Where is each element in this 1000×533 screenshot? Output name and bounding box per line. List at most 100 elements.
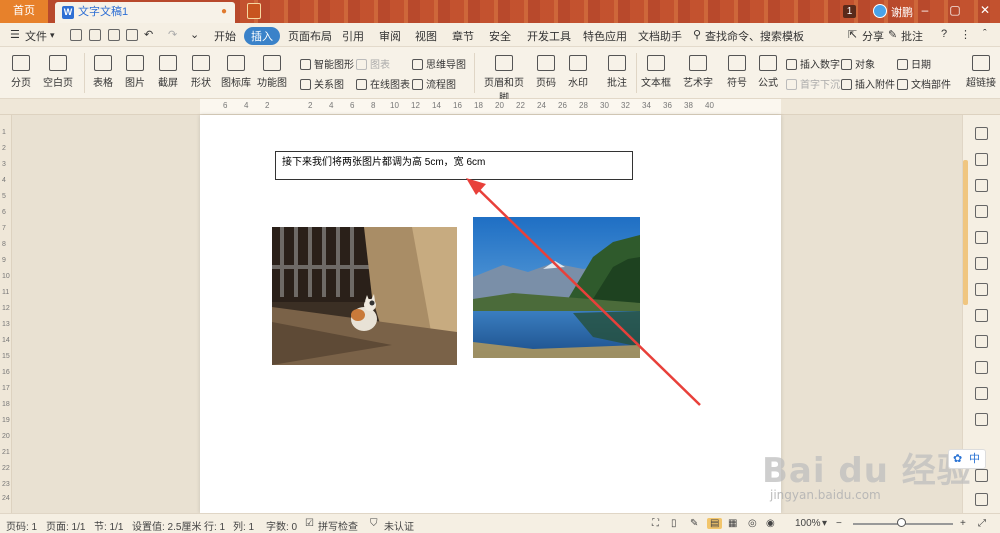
cert-status[interactable]: 未认证 <box>384 518 414 533</box>
help-icon[interactable]: ? <box>941 28 947 40</box>
blank-page-button[interactable]: 空白页 <box>40 55 76 89</box>
watermark-button[interactable]: 水印 <box>565 55 591 89</box>
page-number-button[interactable]: 页码 <box>533 55 559 89</box>
select-icon[interactable] <box>975 153 988 166</box>
adjust-icon[interactable] <box>975 283 988 296</box>
tab-document[interactable]: W 文字文稿1 ● <box>55 2 235 23</box>
tab-home[interactable]: 首页 <box>0 0 48 23</box>
style-icon[interactable] <box>975 205 988 218</box>
notification-badge[interactable]: 1 <box>843 5 856 18</box>
lake-photo[interactable] <box>473 217 640 358</box>
symbol-button[interactable]: 符号 <box>724 55 750 89</box>
page-break-button[interactable]: 分页 <box>8 55 34 89</box>
picture-button[interactable]: 图片 <box>122 55 148 89</box>
history-icon[interactable] <box>975 469 988 482</box>
outline-view-icon[interactable]: ▦ <box>728 518 737 529</box>
mind-map-button[interactable]: 思维导图 <box>412 56 466 71</box>
function-chart-button[interactable]: 功能图 <box>257 55 287 89</box>
save-icon[interactable] <box>70 29 82 41</box>
zoom-out-button[interactable]: − <box>836 518 842 529</box>
read-mode-icon[interactable]: ▯ <box>671 518 677 529</box>
zoom-in-button[interactable]: + <box>960 518 966 529</box>
document-page[interactable]: 接下来我们将两张图片都调为高 5cm，宽 6cm <box>200 115 781 513</box>
menu-reference[interactable]: 引用 <box>342 28 364 44</box>
collapse-icon[interactable]: ˆ <box>983 28 987 40</box>
copy-icon[interactable] <box>975 309 988 322</box>
icon-library-button[interactable]: 图标库 <box>221 55 251 89</box>
instruction-textbox[interactable]: 接下来我们将两张图片都调为高 5cm，宽 6cm <box>275 151 633 180</box>
write-mode-icon[interactable]: ✎ <box>690 518 698 529</box>
relation-chart-button[interactable]: 关系图 <box>300 76 344 91</box>
horizontal-ruler[interactable]: 6 4 2 2 4 6 8 10 12 14 16 18 20 22 24 26… <box>0 99 1000 115</box>
menu-file[interactable]: 文件 <box>25 28 47 44</box>
vertical-scrollbar-thumb[interactable] <box>963 160 968 305</box>
search-icon[interactable]: ⚲ <box>693 28 701 41</box>
vertical-ruler[interactable]: 1 2 3 4 5 6 7 8 9 10 11 12 13 14 15 16 1… <box>0 115 12 513</box>
more-icon[interactable]: ⋮ <box>960 28 971 41</box>
attachment-button[interactable]: 插入附件 <box>841 76 895 91</box>
header-footer-button[interactable]: 页眉和页脚 <box>480 55 528 104</box>
menu-view[interactable]: 视图 <box>415 28 437 44</box>
chevron-down-icon[interactable]: ▾ <box>50 30 55 41</box>
web-view-icon[interactable]: ◎ <box>748 518 757 529</box>
online-chart-button[interactable]: 在线图表 <box>356 76 410 91</box>
chart-button[interactable]: 图表 <box>356 56 390 71</box>
filter-icon[interactable] <box>975 257 988 270</box>
art-text-button[interactable]: 艺术字 <box>681 55 715 89</box>
edit-icon[interactable] <box>975 127 988 140</box>
cat-photo[interactable] <box>272 227 457 365</box>
close-icon[interactable]: ✕ <box>975 3 995 17</box>
menu-developer[interactable]: 开发工具 <box>527 28 571 44</box>
hyperlink-button[interactable]: 超链接 <box>966 55 996 89</box>
share-button[interactable]: 分享 <box>862 28 884 44</box>
new-tab-icon[interactable] <box>247 3 261 19</box>
spell-check-button[interactable]: 拼写检查 <box>318 518 358 533</box>
fit-page-icon[interactable]: ⤢ <box>978 518 986 529</box>
maximize-icon[interactable]: ▢ <box>945 3 965 17</box>
zoom-level[interactable]: 100% <box>795 518 821 529</box>
annotate-button[interactable]: 批注 <box>901 28 923 44</box>
screenshot-button[interactable]: 截屏 <box>155 55 181 89</box>
shapes-button[interactable]: 形状 <box>188 55 214 89</box>
menu-home[interactable]: 开始 <box>214 28 236 44</box>
redo-icon[interactable]: ↷ <box>168 28 177 41</box>
menu-page-layout[interactable]: 页面布局 <box>288 28 332 44</box>
hamburger-icon[interactable]: ☰ <box>10 28 20 41</box>
avatar[interactable] <box>873 4 887 18</box>
textbox-button[interactable]: 文本框 <box>640 55 672 89</box>
shape-icon[interactable] <box>975 179 988 192</box>
insert-number-button[interactable]: 插入数字 <box>786 56 840 71</box>
image-side-icon[interactable] <box>975 413 988 426</box>
drop-cap-button[interactable]: 首字下沉 <box>786 76 840 91</box>
user-name[interactable]: 谢鹏 <box>891 4 913 20</box>
menu-features[interactable]: 特色应用 <box>583 28 627 44</box>
customize-icon[interactable]: ⌄ <box>190 28 199 41</box>
table-side-icon[interactable] <box>975 231 988 244</box>
menu-doc-assistant[interactable]: 文档助手 <box>638 28 682 44</box>
flow-chart-button[interactable]: 流程图 <box>412 76 456 91</box>
eye-protect-icon[interactable]: ◉ <box>766 518 775 529</box>
share-icon[interactable]: ⇱ <box>848 28 857 41</box>
command-search[interactable]: 查找命令、搜索模板 <box>705 28 804 44</box>
object-button[interactable]: 对象 <box>841 56 875 71</box>
export-side-icon[interactable] <box>975 335 988 348</box>
doc-parts-button[interactable]: 文档部件 <box>897 76 951 91</box>
smart-art-button[interactable]: 智能图形 <box>300 56 354 71</box>
annotate-icon[interactable]: ✎ <box>888 28 897 41</box>
spell-check-icon[interactable]: ☑ <box>305 518 314 529</box>
undo-icon[interactable]: ↶ <box>144 28 153 41</box>
menu-chapter[interactable]: 章节 <box>452 28 474 44</box>
zoom-slider-knob[interactable] <box>897 518 906 527</box>
fullscreen-icon[interactable]: ⛶ <box>652 518 659 529</box>
sync-icon[interactable] <box>975 361 988 374</box>
zoom-dropdown-icon[interactable]: ▾ <box>822 518 827 529</box>
menu-review[interactable]: 审阅 <box>379 28 401 44</box>
page-view-icon[interactable]: ▤ <box>707 518 723 529</box>
help-side-icon[interactable] <box>975 493 988 506</box>
export-icon[interactable] <box>89 29 101 41</box>
preview-icon[interactable] <box>126 29 138 41</box>
minimize-icon[interactable]: – <box>915 3 935 17</box>
transfer-icon[interactable] <box>975 387 988 400</box>
date-button[interactable]: 日期 <box>897 56 931 71</box>
menu-insert[interactable]: 插入 <box>244 27 280 45</box>
